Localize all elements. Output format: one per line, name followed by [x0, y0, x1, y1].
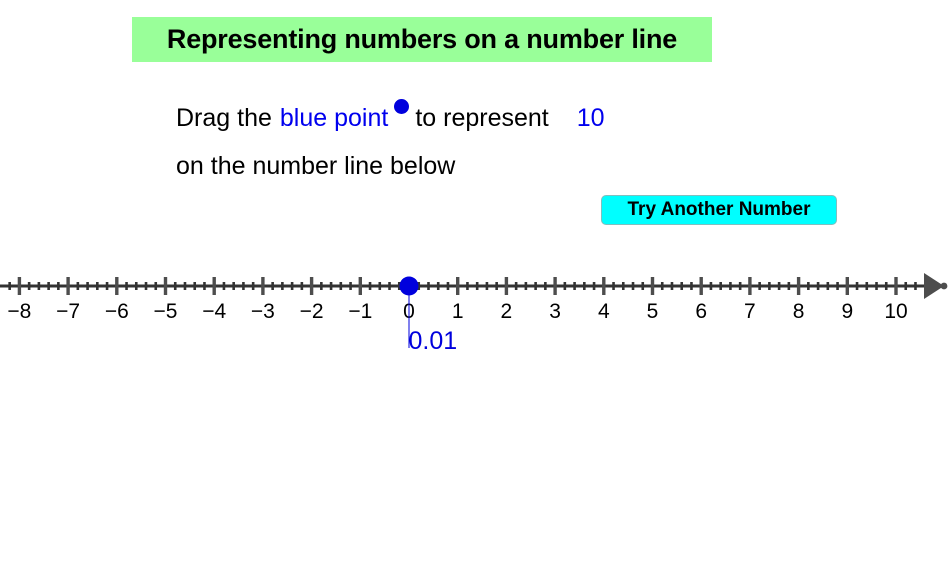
tick-label-3: 3: [549, 300, 561, 323]
instruction-block: Drag the blue point to represent 10 on the …: [176, 94, 816, 190]
tick-label-neg6: −6: [104, 300, 129, 323]
page-title: Representing numbers on a number line: [166, 24, 678, 54]
tick-label-neg7: −7: [56, 300, 81, 323]
tick-label-neg5: −5: [153, 300, 178, 323]
blue-point-phrase: blue point: [279, 104, 389, 132]
instruction-line-2: on the number line below: [176, 152, 456, 180]
tick-label-neg8: −8: [7, 300, 32, 323]
instruction-prefix: Drag the: [176, 104, 272, 132]
tick-label-6: 6: [695, 300, 708, 323]
blue-point-value-label: 0.01: [408, 327, 458, 355]
tick-label-2: 2: [500, 300, 513, 323]
tick-label-4: 4: [597, 300, 610, 323]
tick-label-7: 7: [744, 300, 756, 323]
tick-label-neg3: −3: [250, 300, 275, 323]
tick-label-8: 8: [792, 300, 805, 323]
tick-label-9: 9: [841, 300, 854, 323]
target-number: 10: [576, 104, 605, 132]
tick-label-10: 10: [884, 300, 908, 323]
instruction-middle: to represent: [415, 104, 549, 132]
tick-label-1: 1: [451, 300, 464, 323]
try-another-number-button[interactable]: Try Another Number: [601, 195, 837, 225]
blue-dot-icon: [394, 99, 410, 114]
tick-label-neg2: −2: [299, 300, 324, 323]
tick-label-neg1: −1: [348, 300, 373, 323]
tick-label-neg4: −4: [202, 300, 227, 323]
instruction-line-1: Drag the blue point to represent 10: [176, 94, 816, 142]
number-line-axis: [0, 273, 948, 299]
blue-point[interactable]: [399, 276, 419, 296]
try-another-number-label: Try Another Number: [627, 199, 811, 220]
number-line[interactable]: −8−7−6−5−4−3−2−1012345678910 0.01: [0, 255, 950, 375]
tick-label-5: 5: [646, 300, 659, 323]
title-banner: Representing numbers on a number line: [132, 17, 712, 62]
